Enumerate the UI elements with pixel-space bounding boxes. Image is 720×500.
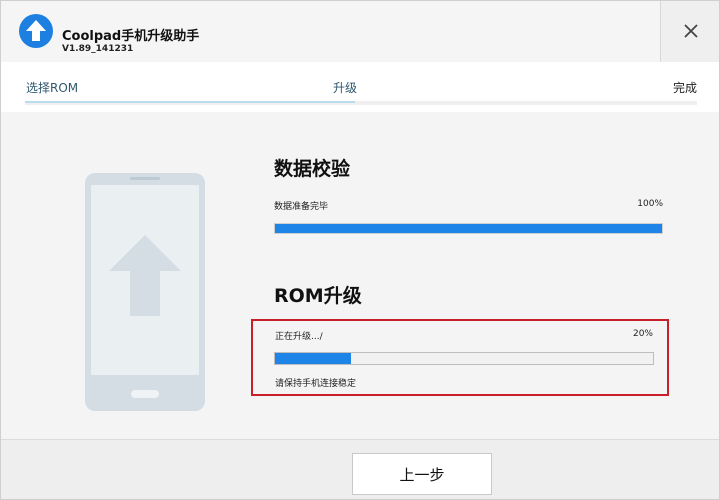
phone-screen bbox=[91, 185, 199, 375]
main-content: 数据校验 数据准备完毕 100% ROM升级 正在升级.../ 20% 请保持手… bbox=[1, 112, 719, 439]
footer-bar: 上一步 bbox=[1, 439, 719, 499]
rom-upgrade-progress-fill bbox=[275, 353, 351, 364]
close-button[interactable] bbox=[660, 1, 719, 62]
upload-arrow-icon bbox=[19, 14, 53, 48]
verify-percent: 100% bbox=[637, 199, 663, 209]
close-icon[interactable] bbox=[683, 23, 699, 39]
rom-upgrade-note: 请保持手机连接稳定 bbox=[275, 379, 357, 389]
step-complete: 完成 bbox=[673, 81, 698, 95]
phone-speaker bbox=[130, 177, 160, 180]
step-select-rom: 选择ROM bbox=[26, 81, 79, 95]
verify-status: 数据准备完毕 bbox=[274, 202, 329, 212]
verify-progress-fill bbox=[275, 224, 662, 233]
step-progress-track bbox=[25, 101, 697, 105]
app-version: V1.89_141231 bbox=[62, 44, 134, 54]
rom-upgrade-title: ROM升级 bbox=[274, 285, 362, 307]
app-title: Coolpad手机升级助手 bbox=[62, 29, 200, 44]
back-button[interactable]: 上一步 bbox=[352, 453, 492, 495]
verify-progress-bar bbox=[274, 223, 663, 234]
phone-illustration bbox=[85, 173, 205, 411]
phone-home-button bbox=[131, 390, 159, 398]
title-bar: Coolpad手机升级助手 V1.89_141231 bbox=[1, 1, 719, 62]
verify-title: 数据校验 bbox=[274, 158, 351, 180]
rom-upgrade-progress-bar bbox=[274, 352, 654, 365]
step-upgrade: 升级 bbox=[333, 81, 358, 95]
upgrade-arrow-icon bbox=[109, 235, 181, 316]
rom-upgrade-percent: 20% bbox=[632, 329, 653, 339]
upgrade-assistant-window: Coolpad手机升级助手 V1.89_141231 选择ROM 升级 完成 数… bbox=[0, 0, 720, 500]
step-progress-fill bbox=[25, 101, 355, 103]
step-indicator: 选择ROM 升级 完成 bbox=[1, 62, 719, 112]
rom-upgrade-status: 正在升级.../ bbox=[275, 332, 323, 342]
